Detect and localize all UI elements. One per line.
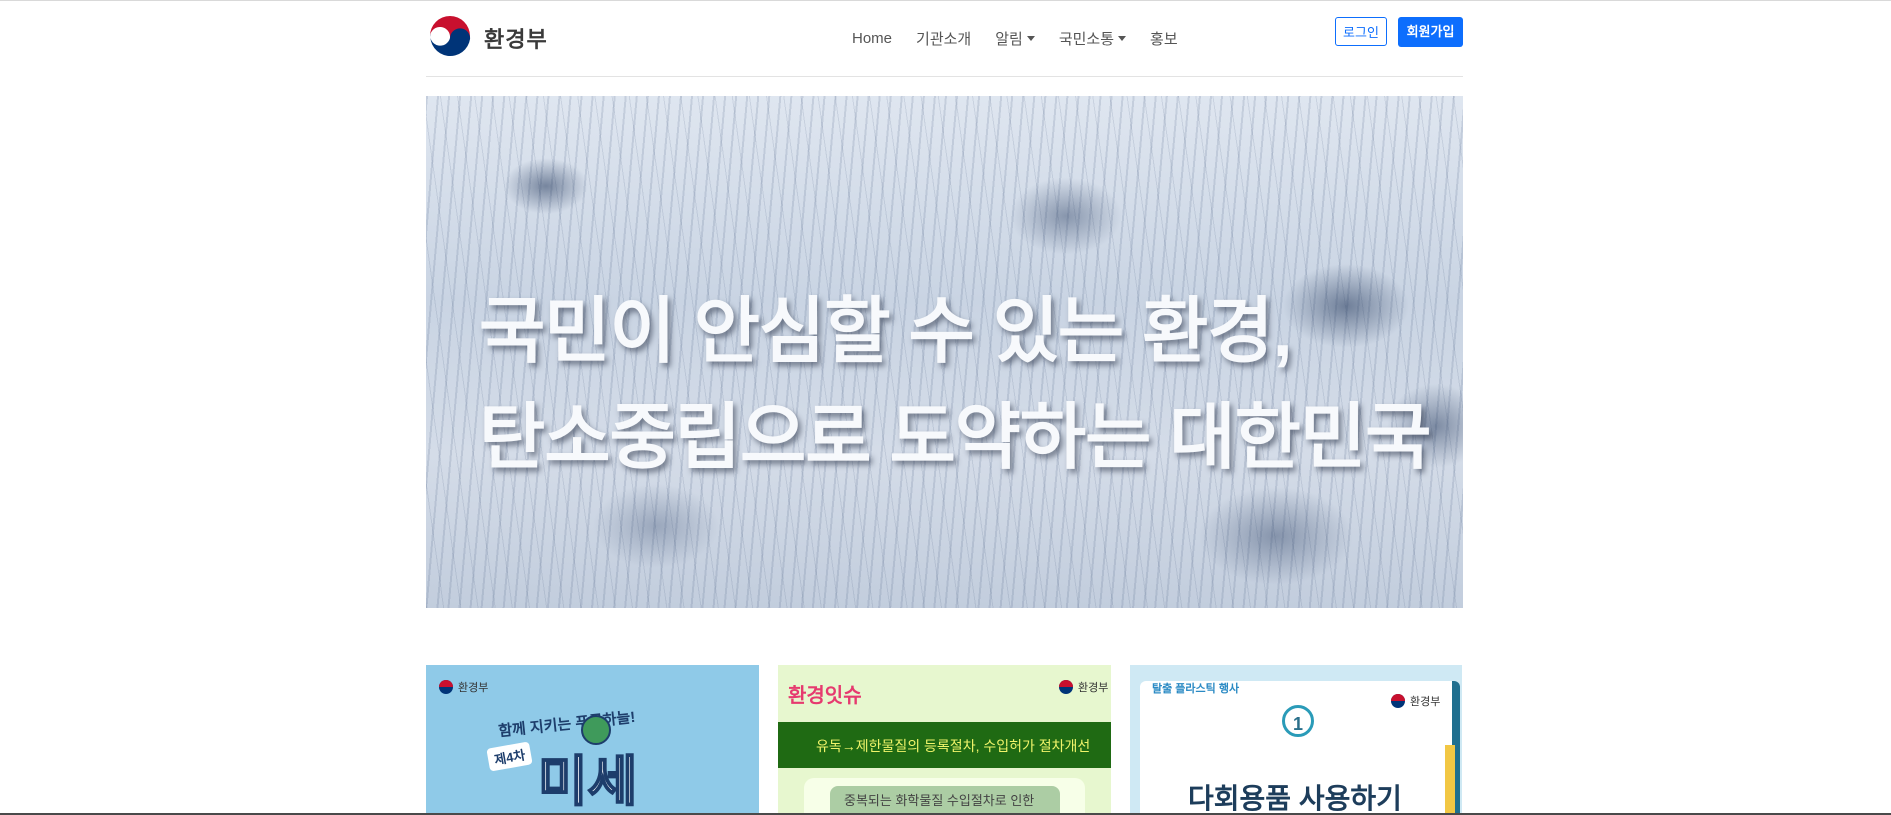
card-org-name: 환경부 xyxy=(1078,682,1109,694)
card-org-logo: 환경부 xyxy=(1058,679,1108,695)
nav-about-label: 기관소개 xyxy=(916,31,972,48)
card-series-title: 환경잇슈 xyxy=(788,685,862,707)
taegeuk-logo-icon xyxy=(428,16,472,60)
login-button[interactable]: 로그인 xyxy=(1335,17,1387,46)
card-org-name: 환경부 xyxy=(458,682,489,694)
nav-communication-dropdown[interactable]: 국민소통 xyxy=(1047,28,1138,49)
card-org-name: 환경부 xyxy=(1410,696,1441,708)
card-banner-text: 유독→제한물질의 등록절차, 수입허가 절차개선 xyxy=(816,738,1091,754)
nav-home-label: Home xyxy=(852,30,893,47)
promo-card-fine-dust[interactable]: 환경부 함께 지키는 푸른하늘! 제4차 미세 xyxy=(426,665,759,815)
hero-banner: 국민이 안심할 수 있는 환경, 탄소중립으로 도약하는 대한민국 xyxy=(426,96,1463,608)
caret-down-icon xyxy=(1026,36,1035,41)
nav-pr-label: 홍보 xyxy=(1150,31,1178,48)
logo-text: 환경부 xyxy=(484,27,548,52)
card-tag: 탈출 플라스틱 행사 xyxy=(1152,683,1240,695)
promo-card-reusable[interactable]: 탈출 플라스틱 행사 환경부 1 다회용품 사용하기 xyxy=(1130,665,1462,815)
nav-notice-label: 알림 xyxy=(995,31,1023,48)
nav-pr[interactable]: 홍보 xyxy=(1138,28,1190,49)
nav-home[interactable]: Home xyxy=(840,28,904,49)
card-body-text: 중복되는 화학물질 수입절차로 인한 xyxy=(844,793,1035,808)
taegeuk-logo-icon xyxy=(1059,680,1073,694)
site-header: 환경부 Home 기관소개 알림 국민소통 홍보 로그인 회원가입 xyxy=(426,0,1463,77)
card-slogan: 함께 지키는 푸른하늘! xyxy=(497,708,637,741)
card-banner: 유독→제한물질의 등록절차, 수입허가 절차개선 xyxy=(778,722,1111,768)
site-logo[interactable]: 환경부 xyxy=(426,14,548,62)
card-accent-strip xyxy=(1445,745,1455,815)
card-org-logo: 환경부 xyxy=(1390,693,1440,709)
card-badge: 제4차 xyxy=(486,741,533,772)
hero-headline-line1: 국민이 안심할 수 있는 환경, xyxy=(479,292,1293,372)
signup-button[interactable]: 회원가입 xyxy=(1398,17,1463,47)
card-headline: 다회용품 사용하기 xyxy=(1188,783,1402,814)
hero-headline-line2: 탄소중립으로 도약하는 대한민국 xyxy=(479,398,1431,478)
taegeuk-logo-icon xyxy=(439,680,453,694)
taegeuk-logo-icon xyxy=(1391,694,1405,708)
card-headline: 미세 xyxy=(537,751,638,813)
card-org-logo: 환경부 xyxy=(438,679,488,695)
nav-notice-dropdown[interactable]: 알림 xyxy=(983,28,1047,49)
card-panel: 중복되는 화학물질 수입절차로 인한 xyxy=(804,778,1085,815)
caret-down-icon xyxy=(1118,36,1127,41)
nav-about[interactable]: 기관소개 xyxy=(904,28,983,49)
main-nav: Home 기관소개 알림 국민소통 홍보 xyxy=(840,28,1190,49)
recycle-cycle-icon: 1 xyxy=(1282,705,1314,737)
nav-communication-label: 국민소통 xyxy=(1058,31,1115,48)
promo-card-chemical[interactable]: 환경잇슈 환경부 유독→제한물질의 등록절차, 수입허가 절차개선 중복되는 화… xyxy=(778,665,1111,815)
